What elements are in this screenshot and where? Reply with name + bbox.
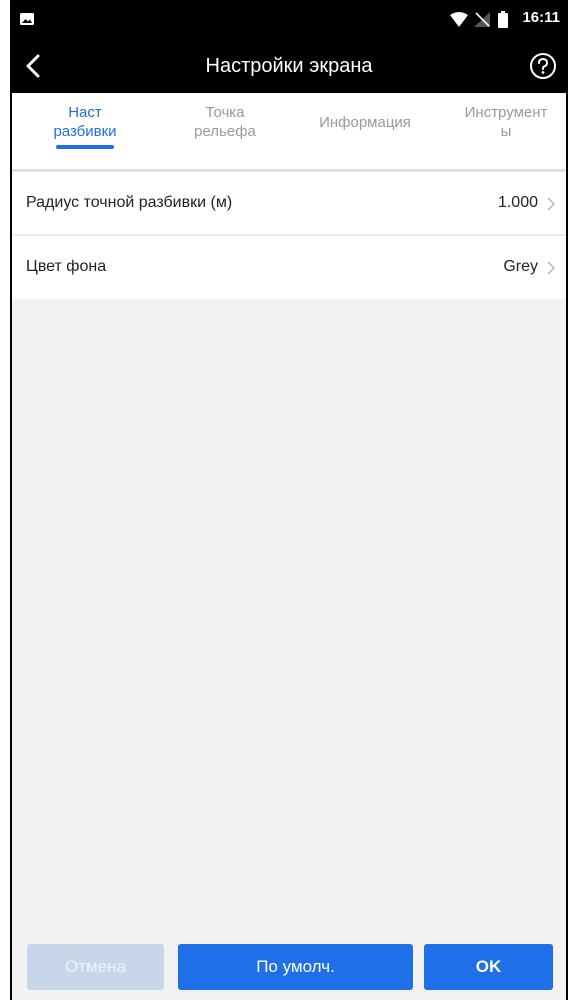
tab-terrain-point[interactable]: Точка рельефа: [180, 103, 270, 141]
page-title: Настройки экрана: [205, 55, 373, 77]
tab-label-line1: Информация: [319, 114, 411, 131]
setting-row-background-color[interactable]: Цвет фона Grey: [12, 236, 566, 299]
help-question-icon[interactable]: [528, 51, 558, 81]
no-signal-icon: [474, 12, 490, 27]
setting-value: 1.000: [497, 194, 538, 211]
status-time: 16:11: [522, 9, 560, 26]
setting-label: Цвет фона: [26, 258, 107, 275]
app-bar: Настройки экрана: [12, 40, 566, 93]
tab-label-line1: Инструмент: [464, 104, 548, 121]
tab-bar: Наст разбивки Точка рельефа Информация И…: [12, 93, 566, 170]
action-buttons: Отмена По умолч. OK: [12, 942, 566, 1000]
tab-label-line1: Наст: [68, 104, 102, 121]
tab-label-line2: разбивки: [53, 123, 117, 140]
tab-label-line1: Точка: [205, 104, 245, 121]
tab-label-line2: рельефа: [194, 123, 256, 140]
chevron-right-icon: [547, 261, 556, 275]
status-bar: 16:11: [12, 0, 566, 40]
default-button[interactable]: По умолч.: [178, 944, 413, 990]
chevron-right-icon: [547, 197, 556, 211]
tab-information[interactable]: Информация: [300, 113, 430, 132]
wifi-icon: [450, 12, 468, 27]
tab-tools[interactable]: Инструмент ы: [446, 103, 566, 141]
phone-screen: 16:11 Настройки экрана Наст разбивки Точ…: [10, 0, 568, 1000]
setting-row-stakeout-radius[interactable]: Радиус точной разбивки (м) 1.000: [12, 172, 566, 235]
setting-value: Grey: [503, 258, 538, 275]
cancel-button[interactable]: Отмена: [27, 944, 164, 990]
battery-icon: [498, 11, 508, 28]
gallery-notification-icon: [20, 13, 34, 25]
ok-button[interactable]: OK: [424, 944, 553, 990]
tab-label-line2: ы: [500, 123, 512, 140]
active-tab-indicator: [56, 145, 114, 149]
tab-stakeout-settings[interactable]: Наст разбивки: [52, 103, 118, 141]
setting-label: Радиус точной разбивки (м): [26, 194, 233, 211]
